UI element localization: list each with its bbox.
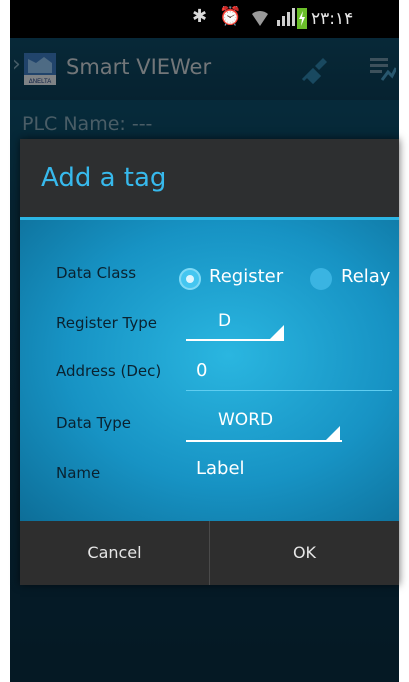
bluetooth-icon: ✱ bbox=[192, 6, 208, 27]
signal-icon bbox=[276, 6, 296, 33]
data-type-value: WORD bbox=[218, 410, 274, 430]
radio-register[interactable] bbox=[179, 268, 201, 290]
dialog-header: Add a tag bbox=[20, 139, 399, 220]
spinner-arrow-icon bbox=[326, 426, 340, 440]
register-type-spinner[interactable]: D bbox=[186, 306, 286, 342]
address-input[interactable]: 0 bbox=[186, 350, 394, 392]
spinner-underline bbox=[186, 440, 342, 442]
spinner-underline bbox=[186, 339, 284, 341]
input-underline bbox=[186, 390, 392, 391]
radio-relay[interactable] bbox=[310, 268, 332, 290]
cancel-button[interactable]: Cancel bbox=[20, 521, 209, 585]
name-input[interactable]: Label bbox=[186, 452, 394, 494]
address-label: Address (Dec) bbox=[56, 362, 162, 380]
battery-charging-icon bbox=[296, 6, 308, 35]
data-class-label: Data Class bbox=[56, 264, 137, 282]
radio-relay-label[interactable]: Relay bbox=[341, 266, 390, 287]
alarm-icon: ⏰ bbox=[219, 6, 242, 27]
status-time: ۲۳:۱۴ bbox=[311, 9, 354, 29]
dialog-title: Add a tag bbox=[41, 163, 167, 193]
address-value: 0 bbox=[196, 360, 208, 381]
data-type-spinner[interactable]: WORD bbox=[186, 404, 344, 444]
dialog-footer: Cancel OK bbox=[20, 521, 399, 585]
name-value: Label bbox=[196, 458, 245, 479]
data-type-label: Data Type bbox=[56, 414, 132, 432]
status-bar: ✱ ⏰ ۲۳:۱۴ bbox=[10, 0, 399, 38]
dialog-body: Data Class Register Relay Register Type … bbox=[20, 220, 399, 521]
add-tag-dialog: Add a tag Data Class Register Relay Regi… bbox=[20, 139, 399, 585]
wifi-icon bbox=[250, 6, 270, 33]
radio-register-label[interactable]: Register bbox=[209, 266, 283, 287]
register-type-label: Register Type bbox=[56, 314, 157, 332]
spinner-arrow-icon bbox=[270, 325, 284, 339]
ok-button[interactable]: OK bbox=[210, 521, 399, 585]
register-type-value: D bbox=[218, 311, 232, 331]
name-label: Name bbox=[56, 464, 101, 482]
